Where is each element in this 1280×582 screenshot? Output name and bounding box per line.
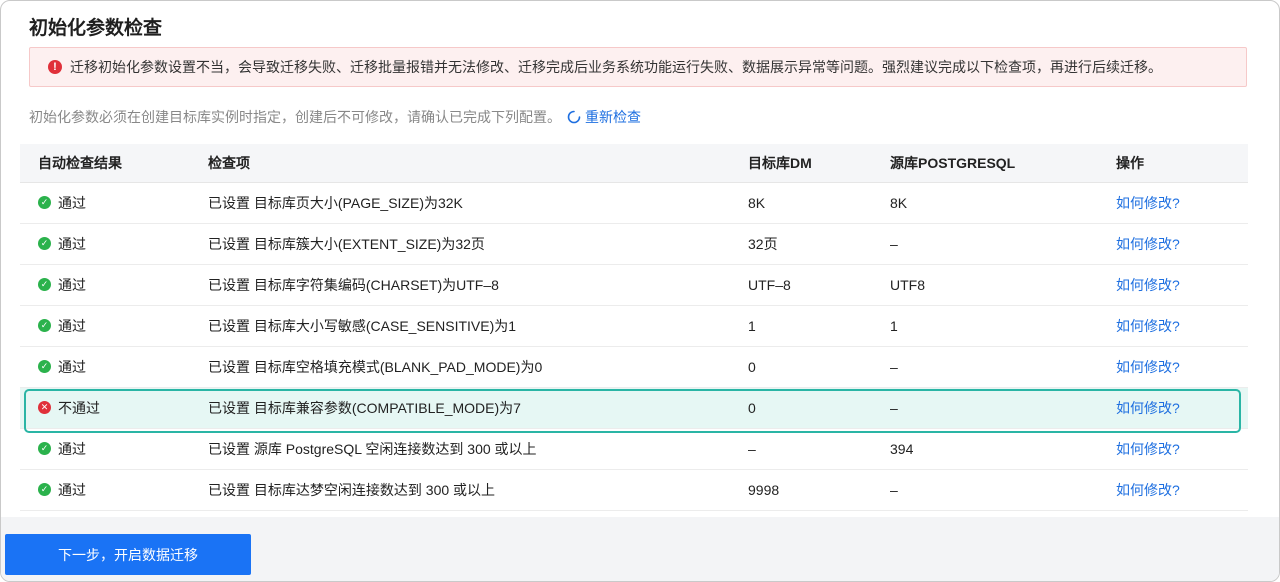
how-to-fix-link[interactable]: 如何修改? [1116,277,1180,293]
status: ✓ 通过 [38,480,208,500]
table-row: ✓ 通过 已设置 目标库空格填充模式(BLANK_PAD_MODE)为0 0– 如何修改… [20,346,1248,388]
target-cell: – [748,428,890,470]
target-cell: 9998 [748,469,890,511]
header-target: 目标库DM [748,144,890,183]
result-cell: ✓ 通过 [20,223,208,265]
description: 初始化参数必须在创建目标库实例时指定，创建后不可修改，请确认已完成下列配置。 重… [29,107,641,127]
source-cell: 8K [890,182,1116,224]
status-text: 通过 [58,235,86,252]
how-to-fix-link[interactable]: 如何修改? [1116,482,1180,498]
item-cell: 已设置 目标库字符集编码(CHARSET)为UTF–8 [208,264,748,306]
source-cell: – [890,346,1116,388]
check-circle-icon: ✓ [38,278,51,291]
status-text: 通过 [58,481,86,498]
source-cell: – [890,387,1116,429]
description-text: 初始化参数必须在创建目标库实例时指定，创建后不可修改，请确认已完成下列配置。 [29,109,561,125]
result-cell: ✓ 通过 [20,346,208,388]
app-frame: 初始化参数检查 ! 迁移初始化参数设置不当，会导致迁移失败、迁移批量报错并无法修… [0,0,1280,582]
how-to-fix-link[interactable]: 如何修改? [1116,195,1180,211]
table-row: ✓ 通过 已设置 源库 PostgreSQL 空闲连接数达到 300 或以上 –394… [20,428,1248,470]
check-circle-icon: ✓ [38,442,51,455]
item-cell: 已设置 目标库空格填充模式(BLANK_PAD_MODE)为0 [208,346,748,388]
item-cell: 已设置 目标库兼容参数(COMPATIBLE_MODE)为7 [208,387,748,429]
target-cell: 32页 [748,223,890,265]
how-to-fix-link[interactable]: 如何修改? [1116,359,1180,375]
action-cell: 如何修改? [1116,387,1248,429]
status-text: 不通过 [58,399,100,416]
target-cell: 0 [748,387,890,429]
source-cell: 1 [890,305,1116,347]
table-row: ✓ 通过 已设置 目标库页大小(PAGE_SIZE)为32K 8K 8K 如何修改? [20,182,1248,224]
action-cell: 如何修改? [1116,305,1248,347]
result-cell: ✓ 通过 [20,428,208,470]
action-cell: 如何修改? [1116,264,1248,306]
table-row: ✕ 不通过 已设置 目标库兼容参数(COMPATIBLE_MODE)为7 0– 如何修改… [20,387,1248,429]
status-text: 通过 [58,440,86,457]
target-cell: 0 [748,346,890,388]
check-circle-icon: ✓ [38,360,51,373]
alert-text: 迁移初始化参数设置不当，会导致迁移失败、迁移批量报错并无法修改、迁移完成后业务系… [70,59,1162,75]
recheck-label: 重新检查 [585,109,641,125]
table-row: ✓ 通过 已设置 目标库大小写敏感(CASE_SENSITIVE)为1 1 1 如何修改? [20,305,1248,347]
refresh-icon [567,110,581,124]
next-step-button[interactable]: 下一步，开启数据迁移 [5,534,251,575]
check-table: 自动检查结果 检查项 目标库DM 源库POSTGRESQL 操作 ✓ 通过 已设置 … [20,144,1248,511]
status: ✓ 通过 [38,439,208,459]
target-cell: 8K [748,182,890,224]
how-to-fix-link[interactable]: 如何修改? [1116,441,1180,457]
status: ✓ 通过 [38,193,208,213]
status: ✓ 通过 [38,357,208,377]
target-cell: 1 [748,305,890,347]
table-row: ✓ 通过 已设置 目标库达梦空闲连接数达到 300 或以上 9998– 如何修改? [20,469,1248,511]
status-text: 通过 [58,194,86,211]
header-item: 检查项 [208,144,748,183]
result-cell: ✕ 不通过 [20,387,208,429]
status: ✓ 通过 [38,316,208,336]
check-circle-icon: ✓ [38,196,51,209]
source-cell: 394 [890,428,1116,470]
page-title: 初始化参数检查 [29,18,163,39]
item-cell: 已设置 源库 PostgreSQL 空闲连接数达到 300 或以上 [208,428,748,470]
how-to-fix-link[interactable]: 如何修改? [1116,400,1180,416]
table-header-row: 自动检查结果 检查项 目标库DM 源库POSTGRESQL 操作 [20,144,1248,183]
item-cell: 已设置 目标库页大小(PAGE_SIZE)为32K [208,182,748,224]
status-text: 通过 [58,358,86,375]
status: ✓ 通过 [38,275,208,295]
result-cell: ✓ 通过 [20,182,208,224]
action-cell: 如何修改? [1116,428,1248,470]
result-cell: ✓ 通过 [20,305,208,347]
target-cell: UTF–8 [748,264,890,306]
check-circle-icon: ✓ [38,483,51,496]
check-circle-icon: ✓ [38,319,51,332]
table-row: ✓ 通过 已设置 目标库簇大小(EXTENT_SIZE)为32页 32页 – 如何修改? [20,223,1248,265]
status: ✕ 不通过 [38,398,208,418]
exclamation-circle-icon: ! [48,60,62,74]
source-cell: UTF8 [890,264,1116,306]
warning-alert: ! 迁移初始化参数设置不当，会导致迁移失败、迁移批量报错并无法修改、迁移完成后业… [29,47,1247,87]
item-cell: 已设置 目标库簇大小(EXTENT_SIZE)为32页 [208,223,748,265]
status-text: 通过 [58,276,86,293]
how-to-fix-link[interactable]: 如何修改? [1116,236,1180,252]
check-circle-icon: ✓ [38,237,51,250]
item-cell: 已设置 目标库达梦空闲连接数达到 300 或以上 [208,469,748,511]
header-result: 自动检查结果 [20,144,208,183]
result-cell: ✓ 通过 [20,264,208,306]
result-cell: ✓ 通过 [20,469,208,511]
action-cell: 如何修改? [1116,469,1248,511]
action-cell: 如何修改? [1116,182,1248,224]
close-circle-icon: ✕ [38,401,51,414]
action-cell: 如何修改? [1116,223,1248,265]
status-text: 通过 [58,317,86,334]
header-source: 源库POSTGRESQL [890,144,1116,183]
source-cell: – [890,223,1116,265]
source-cell: – [890,469,1116,511]
item-cell: 已设置 目标库大小写敏感(CASE_SENSITIVE)为1 [208,305,748,347]
status: ✓ 通过 [38,234,208,254]
action-cell: 如何修改? [1116,346,1248,388]
table-row: ✓ 通过 已设置 目标库字符集编码(CHARSET)为UTF–8 UTF–8 UTF8 如… [20,264,1248,306]
how-to-fix-link[interactable]: 如何修改? [1116,318,1180,334]
header-action: 操作 [1116,144,1248,183]
recheck-button[interactable]: 重新检查 [567,107,641,127]
